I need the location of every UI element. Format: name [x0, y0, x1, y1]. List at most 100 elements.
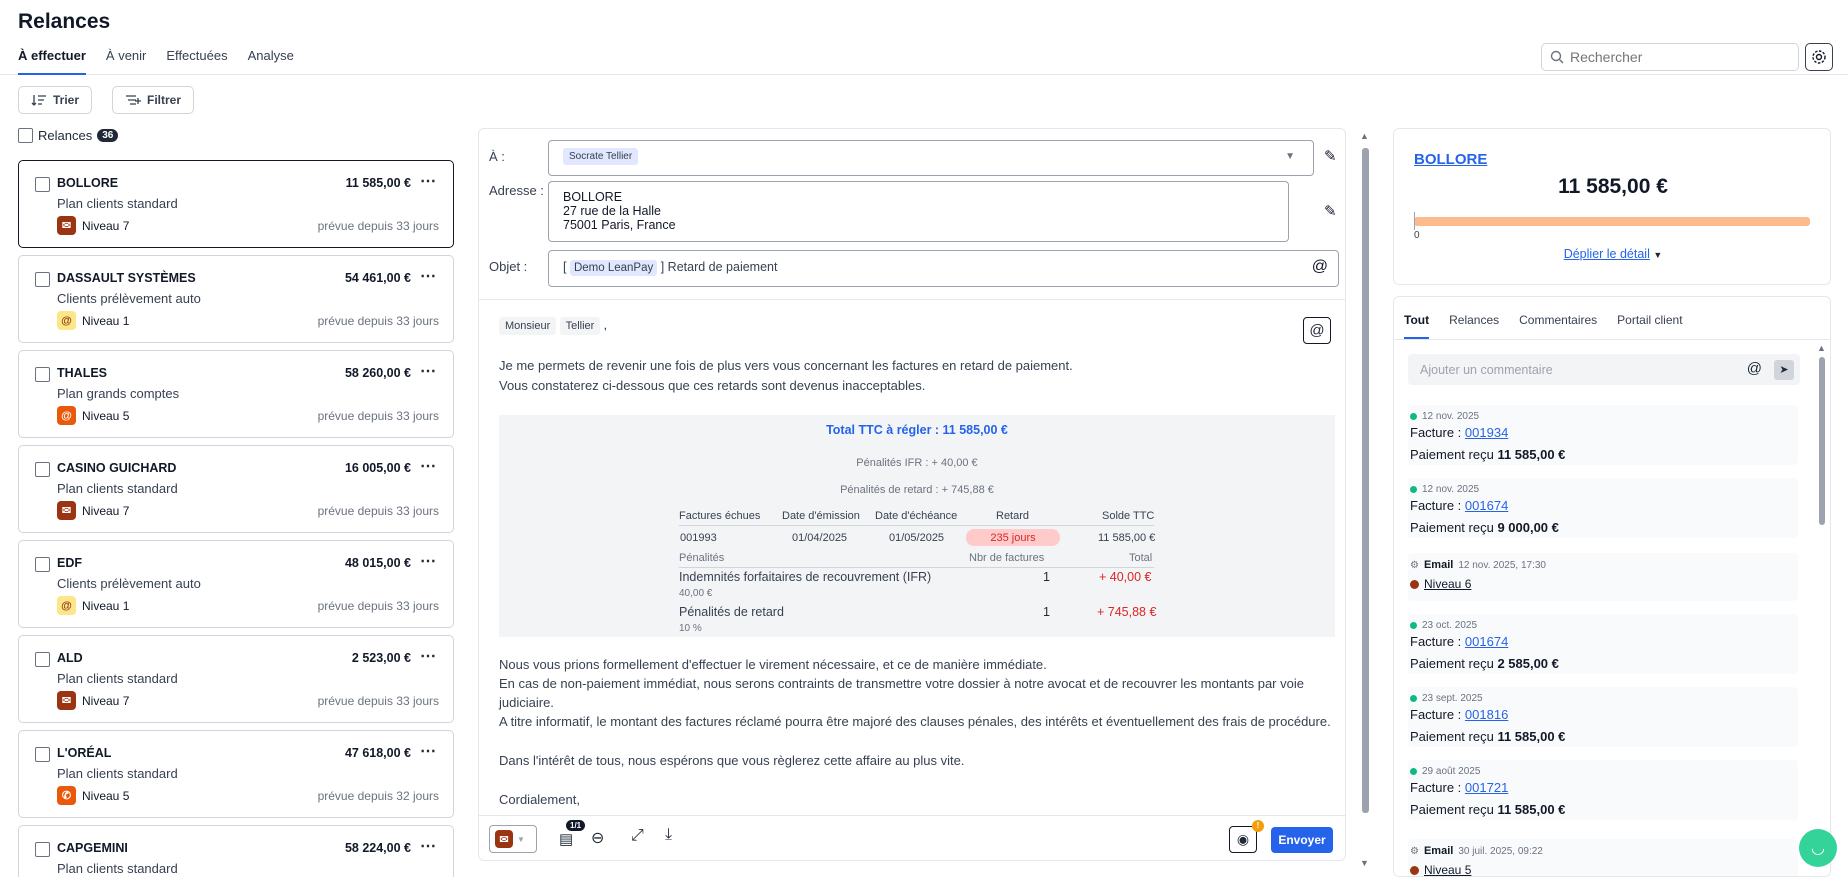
- event-date: 12 nov. 2025: [1422, 484, 1480, 495]
- document-icon[interactable]: ▤: [559, 830, 573, 848]
- tab-tout[interactable]: Tout: [1404, 313, 1430, 339]
- activity-panel: Tout Relances Commentaires Portail clien…: [1393, 296, 1831, 877]
- comment-placeholder: Ajouter un commentaire: [1420, 363, 1553, 377]
- more-icon[interactable]: ⋯: [420, 361, 437, 381]
- to-field[interactable]: Socrate Tellier ▼: [548, 140, 1314, 176]
- invoice-link[interactable]: 001674: [1465, 498, 1508, 513]
- tab-a-effectuer[interactable]: À effectuer: [18, 48, 86, 75]
- level-label: Niveau 7: [82, 693, 130, 708]
- more-icon[interactable]: ⋯: [420, 171, 437, 191]
- insert-variable-button[interactable]: @: [1303, 317, 1331, 344]
- chevron-down-icon[interactable]: ▼: [1285, 151, 1295, 162]
- item-checkbox[interactable]: [35, 272, 50, 287]
- divider: [679, 525, 1154, 526]
- list-item[interactable]: BOLLORE 11 585,00 € ⋯ Plan clients stand…: [18, 160, 454, 248]
- item-plan: Clients prélèvement auto: [57, 576, 201, 591]
- item-checkbox[interactable]: [35, 557, 50, 572]
- item-due: prévue depuis 33 jours: [317, 504, 439, 518]
- scroll-up-icon[interactable]: ▲: [1817, 343, 1826, 353]
- list-item[interactable]: EDF 48 015,00 € ⋯ Clients prélèvement au…: [18, 540, 454, 628]
- item-due: prévue depuis 33 jours: [317, 314, 439, 328]
- chat-icon[interactable]: ◡: [1799, 829, 1837, 867]
- list-item[interactable]: CASINO GUICHARD 16 005,00 € ⋯ Plan clien…: [18, 445, 454, 533]
- expand-details[interactable]: Déplier le détail ▼: [1394, 247, 1832, 261]
- more-icon[interactable]: ⋯: [420, 456, 437, 476]
- invoice-link[interactable]: 001721: [1465, 780, 1508, 795]
- more-icon[interactable]: ⋯: [420, 551, 437, 571]
- composer-toolbar: ✉ ▼ ▤ 1/1 ⊘ ⤢ ⤓ ◉ ! Envoyer: [479, 815, 1345, 860]
- list-item[interactable]: ALD 2 523,00 € ⋯ Plan clients standard ✉…: [18, 635, 454, 723]
- variable-chip[interactable]: Tellier: [559, 317, 601, 335]
- paperclip-icon[interactable]: ⊘: [586, 826, 610, 850]
- invoice-link[interactable]: 001816: [1465, 707, 1508, 722]
- settings-button[interactable]: [1805, 43, 1833, 71]
- download-icon[interactable]: ⤓: [665, 826, 672, 844]
- at-icon[interactable]: @: [1747, 360, 1762, 377]
- comment-input[interactable]: Ajouter un commentaire @ ➤: [1408, 354, 1800, 385]
- item-checkbox[interactable]: [35, 842, 50, 857]
- divider: [479, 299, 1345, 300]
- send-icon[interactable]: ➤: [1774, 360, 1794, 380]
- tab-relances[interactable]: Relances: [1449, 313, 1499, 339]
- list-item[interactable]: CAPGEMINI 58 224,00 € ⋯ Plan clients sta…: [18, 825, 454, 877]
- greeting: Monsieur Tellier ,: [499, 317, 607, 335]
- variable-chip[interactable]: Monsieur: [499, 317, 557, 335]
- at-icon[interactable]: @: [1312, 258, 1328, 276]
- client-link[interactable]: BOLLORE: [1414, 151, 1487, 168]
- list-item[interactable]: THALES 58 260,00 € ⋯ Plan grands comptes…: [18, 350, 454, 438]
- invoice-link[interactable]: 001934: [1465, 425, 1508, 440]
- edit-recipient-icon[interactable]: ✎: [1324, 147, 1337, 165]
- select-all-checkbox[interactable]: [18, 128, 33, 143]
- activity-scrollbar[interactable]: [1819, 357, 1825, 525]
- event-amount: 11 585,00 €: [1497, 802, 1566, 817]
- sort-button[interactable]: Trier: [18, 86, 93, 114]
- tab-a-venir[interactable]: À venir: [106, 48, 146, 75]
- more-icon[interactable]: ⋯: [420, 646, 437, 666]
- item-amount: 16 005,00 €: [344, 461, 411, 475]
- level-link[interactable]: Niveau 5: [1424, 863, 1471, 876]
- tab-commentaires[interactable]: Commentaires: [1519, 313, 1597, 339]
- item-level: ✉ Niveau 7: [57, 691, 129, 710]
- expand-link[interactable]: Déplier le détail: [1564, 247, 1650, 261]
- event-amount: 2 585,00 €: [1497, 656, 1559, 671]
- tab-effectuees[interactable]: Effectuées: [166, 48, 227, 75]
- item-checkbox[interactable]: [35, 367, 50, 382]
- filter-icon: [126, 95, 141, 105]
- composer-scrollbar[interactable]: [1362, 148, 1369, 813]
- col-header: Retard: [996, 510, 1030, 522]
- list-item[interactable]: L'ORÉAL 47 618,00 € ⋯ Plan clients stand…: [18, 730, 454, 818]
- send-button[interactable]: Envoyer: [1271, 827, 1333, 853]
- search-box[interactable]: [1541, 43, 1799, 71]
- variable-chip[interactable]: Demo LeanPay: [569, 260, 658, 276]
- filter-button[interactable]: Filtrer: [112, 86, 195, 114]
- level-label: Niveau 7: [82, 503, 130, 518]
- tab-analyse[interactable]: Analyse: [248, 48, 294, 75]
- item-checkbox[interactable]: [35, 652, 50, 667]
- item-checkbox[interactable]: [35, 177, 50, 192]
- subject-field[interactable]: [ Demo LeanPay ] Retard de paiement @: [548, 250, 1339, 287]
- invoice-link[interactable]: 001674: [1465, 634, 1508, 649]
- axis-tick: [1414, 212, 1415, 230]
- pen-header: Total: [1129, 552, 1153, 564]
- more-icon[interactable]: ⋯: [420, 741, 437, 761]
- more-icon[interactable]: ⋯: [420, 836, 437, 856]
- edit-address-icon[interactable]: ✎: [1324, 202, 1337, 220]
- eye-icon: ◉: [1236, 831, 1250, 847]
- count-badge: 36: [97, 129, 119, 142]
- penalty-total: + 745,88 €: [1097, 605, 1157, 619]
- item-checkbox[interactable]: [35, 747, 50, 762]
- scroll-down-icon[interactable]: ▼: [1360, 858, 1369, 868]
- list-item[interactable]: DASSAULT SYSTÈMES 54 461,00 € ⋯ Clients …: [18, 255, 454, 343]
- page-title: Relances: [18, 10, 111, 33]
- address-field[interactable]: BOLLORE 27 rue de la Halle 75001 Paris, …: [548, 181, 1289, 242]
- status-dot: [1410, 486, 1417, 493]
- scroll-up-icon[interactable]: ▲: [1360, 131, 1369, 141]
- channel-select[interactable]: ✉ ▼: [489, 825, 537, 853]
- recipient-chip[interactable]: Socrate Tellier: [563, 148, 639, 165]
- more-icon[interactable]: ⋯: [420, 266, 437, 286]
- search-input[interactable]: [1570, 49, 1780, 65]
- item-checkbox[interactable]: [35, 462, 50, 477]
- level-link[interactable]: Niveau 6: [1424, 577, 1471, 591]
- tab-portail-client[interactable]: Portail client: [1617, 313, 1682, 339]
- expand-icon[interactable]: ⤢: [631, 827, 644, 845]
